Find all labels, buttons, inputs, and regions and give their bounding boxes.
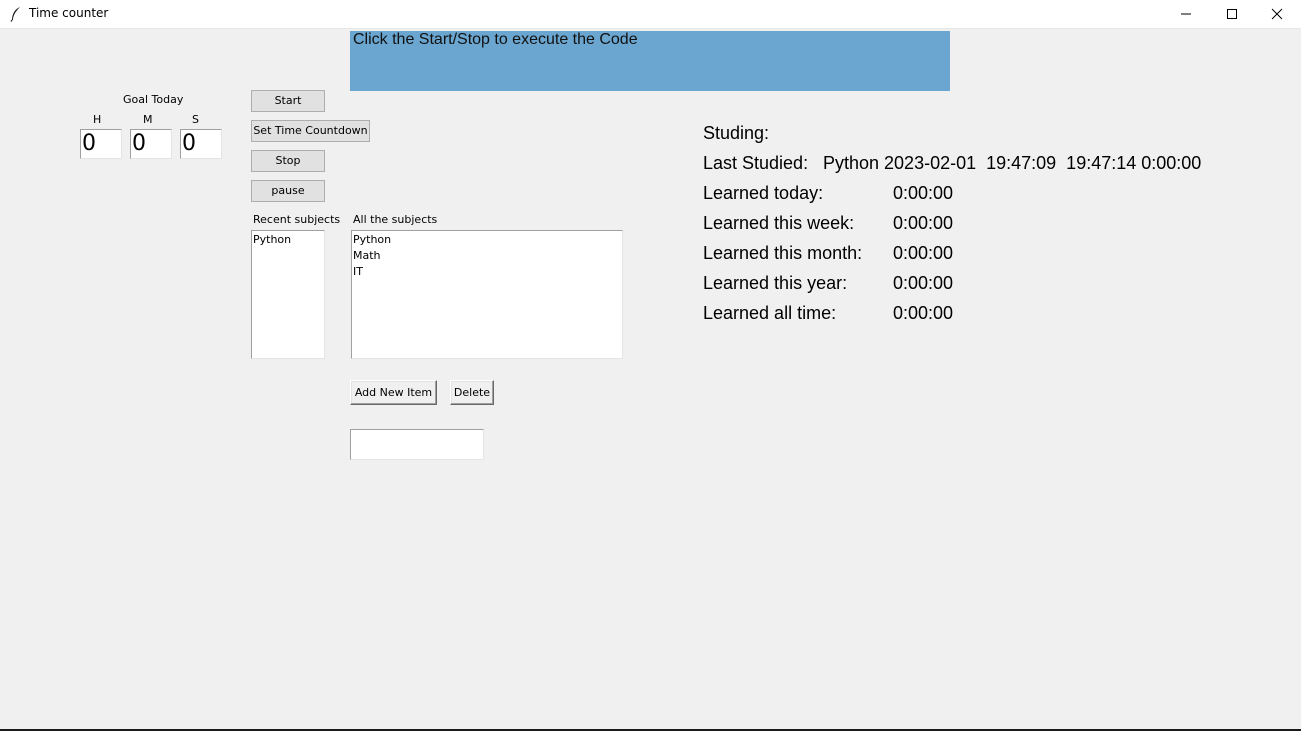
feather-icon xyxy=(9,6,23,22)
start-button[interactable]: Start xyxy=(251,90,325,112)
app-window: Time counter Click the Start/Stop to exe… xyxy=(0,0,1301,731)
seconds-label: S xyxy=(192,113,199,126)
pause-button[interactable]: pause xyxy=(251,180,325,202)
minimize-icon xyxy=(1181,13,1191,15)
list-item[interactable]: IT xyxy=(353,264,622,280)
learned-month-value: 0:00:00 xyxy=(893,243,954,263)
minutes-input[interactable]: 0 xyxy=(130,129,172,159)
all-subjects-list[interactable]: Python Math IT xyxy=(351,230,623,359)
learned-week-label: Learned this week: xyxy=(703,213,855,233)
list-item[interactable]: Python xyxy=(353,232,622,248)
maximize-icon xyxy=(1227,9,1237,19)
minutes-label: M xyxy=(143,113,153,126)
window-title: Time counter xyxy=(29,6,109,20)
new-item-input[interactable] xyxy=(350,429,484,460)
add-new-item-button[interactable]: Add New Item xyxy=(350,380,437,405)
list-item[interactable]: Python xyxy=(253,232,324,248)
learned-month-label: Learned this month: xyxy=(703,243,863,263)
last-studied-label: Last Studied: xyxy=(703,153,809,173)
instruction-banner: Click the Start/Stop to execute the Code xyxy=(350,31,950,91)
seconds-input[interactable]: 0 xyxy=(180,129,222,159)
learned-week-value: 0:00:00 xyxy=(893,213,954,233)
learned-all-label: Learned all time: xyxy=(703,303,837,323)
last-studied-value: Python 2023-02-01 19:47:09 19:47:14 0:00… xyxy=(823,153,1202,173)
hours-label: H xyxy=(93,113,102,126)
recent-subjects-list[interactable]: Python xyxy=(251,230,325,359)
recent-subjects-label: Recent subjects xyxy=(253,213,341,226)
delete-button[interactable]: Delete xyxy=(450,380,494,405)
minimize-button[interactable] xyxy=(1163,0,1209,28)
close-button[interactable] xyxy=(1254,0,1300,28)
learned-all-value: 0:00:00 xyxy=(893,303,954,323)
learned-year-label: Learned this year: xyxy=(703,273,848,293)
learned-today-label: Learned today: xyxy=(703,183,824,203)
goal-title: Goal Today xyxy=(123,93,184,106)
studying-label: Studing: xyxy=(703,123,770,143)
hours-input[interactable]: 0 xyxy=(80,129,122,159)
banner-text: Click the Start/Stop to execute the Code xyxy=(353,31,638,48)
all-subjects-label: All the subjects xyxy=(353,213,438,226)
learned-year-value: 0:00:00 xyxy=(893,273,954,293)
set-countdown-button[interactable]: Set Time Countdown xyxy=(251,120,370,142)
learned-today-value: 0:00:00 xyxy=(893,183,954,203)
title-bar[interactable]: Time counter xyxy=(0,0,1301,29)
list-item[interactable]: Math xyxy=(353,248,622,264)
stop-button[interactable]: Stop xyxy=(251,150,325,172)
maximize-button[interactable] xyxy=(1209,0,1255,28)
close-icon xyxy=(1271,8,1283,20)
